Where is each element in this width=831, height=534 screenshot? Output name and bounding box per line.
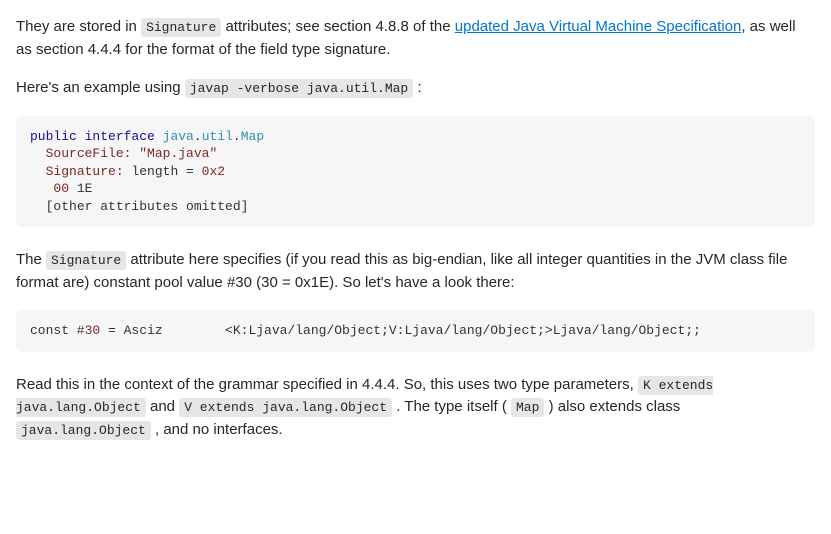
text: attribute here specifies (if you read th… xyxy=(16,251,787,291)
number: 0x2 xyxy=(202,164,225,179)
text: They are stored in xyxy=(16,18,141,35)
paragraph-3: The Signature attribute here specifies (… xyxy=(16,249,815,294)
type: java xyxy=(163,129,194,144)
paragraph-2: Here's an example using javap -verbose j… xyxy=(16,77,815,100)
text: . xyxy=(233,129,241,144)
text: . xyxy=(194,129,202,144)
text: The xyxy=(16,251,46,268)
attr: SourceFile: xyxy=(30,146,139,161)
text: , and no interfaces. xyxy=(151,421,283,438)
text: Here's an example using xyxy=(16,79,185,96)
jvm-spec-link[interactable]: updated Java Virtual Machine Specificati… xyxy=(455,18,742,35)
keyword: interface xyxy=(85,129,155,144)
text: const # xyxy=(30,323,85,338)
inline-code-signature: Signature xyxy=(46,251,126,270)
string: "Map.java" xyxy=(139,146,217,161)
code-block-javap-output: public interface java.util.Map SourceFil… xyxy=(16,116,815,228)
paragraph-4: Read this in the context of the grammar … xyxy=(16,374,815,442)
inline-code-object: java.lang.Object xyxy=(16,421,151,440)
inline-code-javap: javap -verbose java.util.Map xyxy=(185,79,413,98)
number: 30 xyxy=(85,323,101,338)
text: ) also extends class xyxy=(544,398,680,415)
inline-code-v-extends: V extends java.lang.Object xyxy=(179,398,392,417)
text: attributes; see section 4.8.8 of the xyxy=(221,18,454,35)
text: [other attributes omitted] xyxy=(30,199,248,214)
text: : xyxy=(413,79,421,96)
type: Map xyxy=(241,129,264,144)
text: length = xyxy=(131,164,201,179)
text: 1E xyxy=(69,181,92,196)
paragraph-1: They are stored in Signature attributes;… xyxy=(16,16,815,61)
code-block-const-pool: const #30 = Asciz <K:Ljava/lang/Object;V… xyxy=(16,310,815,352)
keyword: public xyxy=(30,129,77,144)
number: 00 xyxy=(30,181,69,196)
type: util xyxy=(202,129,233,144)
attr: Signature: xyxy=(30,164,131,179)
text: and xyxy=(146,398,179,415)
text: Read this in the context of the grammar … xyxy=(16,376,638,393)
inline-code-map: Map xyxy=(511,398,544,417)
text: . The type itself ( xyxy=(392,398,511,415)
text: = Asciz <K:Ljava/lang/Object;V:Ljava/lan… xyxy=(100,323,701,338)
inline-code-signature: Signature xyxy=(141,18,221,37)
